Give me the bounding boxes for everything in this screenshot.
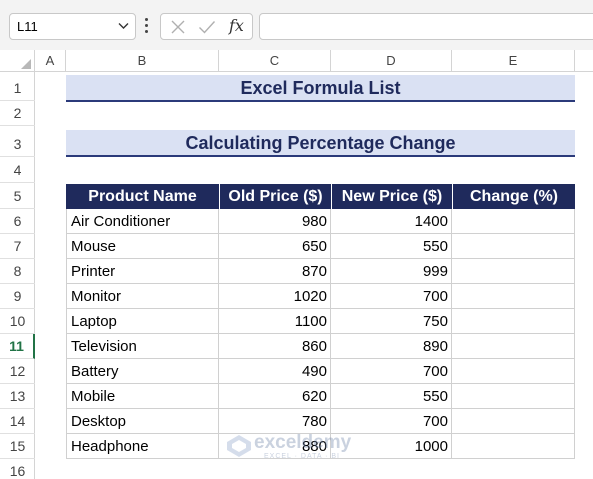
cell-change[interactable] [452, 359, 575, 384]
cell-new-price[interactable]: 999 [331, 259, 452, 284]
cell-old-price[interactable]: 870 [219, 259, 331, 284]
cell-old-price[interactable]: 860 [219, 334, 331, 359]
cell-product-name[interactable]: Headphone [66, 434, 219, 459]
cell-new-price[interactable]: 700 [331, 284, 452, 309]
cell-change[interactable] [452, 234, 575, 259]
row-header[interactable]: 4 [0, 158, 35, 183]
row-header[interactable]: 8 [0, 259, 35, 284]
row-headers: 1 2 3 4 5 6 7 8 9 10 11 12 13 14 15 16 [0, 72, 35, 479]
exceldemy-watermark: exceldemy EXCEL · DATA · BI [226, 432, 371, 462]
row-header[interactable]: 3 [0, 132, 35, 157]
cell-change[interactable] [452, 409, 575, 434]
header-change[interactable]: Change (%) [452, 184, 575, 209]
cell-product-name[interactable]: Laptop [66, 309, 219, 334]
table-row: Mouse 650 550 [66, 234, 575, 259]
name-box-value: L11 [17, 19, 38, 34]
table-row: Laptop 1100 750 [66, 309, 575, 334]
table-row: Television 860 890 [66, 334, 575, 359]
watermark-name: exceldemy [254, 432, 352, 453]
name-box[interactable]: L11 [9, 13, 136, 40]
cell-new-price[interactable]: 550 [331, 384, 452, 409]
table-row: Desktop 780 700 [66, 409, 575, 434]
chevron-down-icon[interactable] [118, 22, 129, 30]
header-old-price[interactable]: Old Price ($) [219, 184, 331, 209]
cell-change[interactable] [452, 334, 575, 359]
cell-product-name[interactable]: Desktop [66, 409, 219, 434]
cell-change[interactable] [452, 434, 575, 459]
cell-change[interactable] [452, 284, 575, 309]
column-header-a[interactable]: A [35, 50, 66, 72]
row-header[interactable]: 7 [0, 234, 35, 259]
row-header[interactable]: 13 [0, 384, 35, 409]
row-header-active[interactable]: 11 [0, 334, 35, 359]
header-product-name[interactable]: Product Name [66, 184, 219, 209]
exceldemy-logo-icon [227, 435, 251, 457]
table-row: Printer 870 999 [66, 259, 575, 284]
cell-new-price[interactable]: 890 [331, 334, 452, 359]
row-header[interactable]: 6 [0, 209, 35, 234]
watermark-tagline: EXCEL · DATA · BI [264, 453, 340, 460]
cell-old-price[interactable]: 490 [219, 359, 331, 384]
formula-bar: L11 fx [0, 0, 593, 50]
cell-product-name[interactable]: Monitor [66, 284, 219, 309]
cell-change[interactable] [452, 384, 575, 409]
select-all-corner[interactable] [0, 50, 35, 72]
cell-new-price[interactable]: 700 [331, 409, 452, 434]
cell-old-price[interactable]: 620 [219, 384, 331, 409]
cell-old-price[interactable]: 1020 [219, 284, 331, 309]
row-header[interactable]: 9 [0, 284, 35, 309]
row-header[interactable]: 15 [0, 434, 35, 459]
table-row: Air Conditioner 980 1400 [66, 209, 575, 234]
cell-product-name[interactable]: Air Conditioner [66, 209, 219, 234]
cell-old-price[interactable]: 1100 [219, 309, 331, 334]
row-header[interactable]: 16 [0, 459, 35, 479]
column-header-c[interactable]: C [219, 50, 331, 72]
table-row: Mobile 620 550 [66, 384, 575, 409]
cell-product-name[interactable]: Mobile [66, 384, 219, 409]
row-header[interactable]: 2 [0, 101, 35, 126]
fx-icon[interactable]: fx [229, 16, 244, 35]
cell-old-price[interactable]: 650 [219, 234, 331, 259]
formula-input[interactable] [259, 13, 593, 40]
cancel-x-icon[interactable] [170, 19, 186, 35]
table-header-row: Product Name Old Price ($) New Price ($)… [66, 184, 575, 209]
formula-buttons: fx [160, 13, 253, 40]
cell-change[interactable] [452, 209, 575, 234]
cell-old-price[interactable]: 780 [219, 409, 331, 434]
more-vertical-icon[interactable] [144, 16, 150, 36]
column-header-d[interactable]: D [331, 50, 452, 72]
cell-product-name[interactable]: Printer [66, 259, 219, 284]
table-row: Monitor 1020 700 [66, 284, 575, 309]
table-row: Battery 490 700 [66, 359, 575, 384]
row-header[interactable]: 14 [0, 409, 35, 434]
row-header[interactable]: 10 [0, 309, 35, 334]
section-subtitle[interactable]: Calculating Percentage Change [66, 130, 575, 157]
column-header-e[interactable]: E [452, 50, 575, 72]
cell-product-name[interactable]: Mouse [66, 234, 219, 259]
cell-product-name[interactable]: Battery [66, 359, 219, 384]
row-header[interactable]: 1 [0, 76, 35, 101]
cell-product-name[interactable]: Television [66, 334, 219, 359]
sheet-title[interactable]: Excel Formula List [66, 75, 575, 102]
cell-change[interactable] [452, 259, 575, 284]
cell-new-price[interactable]: 750 [331, 309, 452, 334]
cell-change[interactable] [452, 309, 575, 334]
cell-new-price[interactable]: 700 [331, 359, 452, 384]
column-header-b[interactable]: B [66, 50, 219, 72]
header-new-price[interactable]: New Price ($) [331, 184, 452, 209]
checkmark-icon[interactable] [198, 19, 216, 35]
cell-new-price[interactable]: 1400 [331, 209, 452, 234]
column-headers: A B C D E [0, 50, 593, 72]
row-header[interactable]: 5 [0, 184, 35, 209]
cell-new-price[interactable]: 550 [331, 234, 452, 259]
cell-old-price[interactable]: 980 [219, 209, 331, 234]
row-header[interactable]: 12 [0, 359, 35, 384]
